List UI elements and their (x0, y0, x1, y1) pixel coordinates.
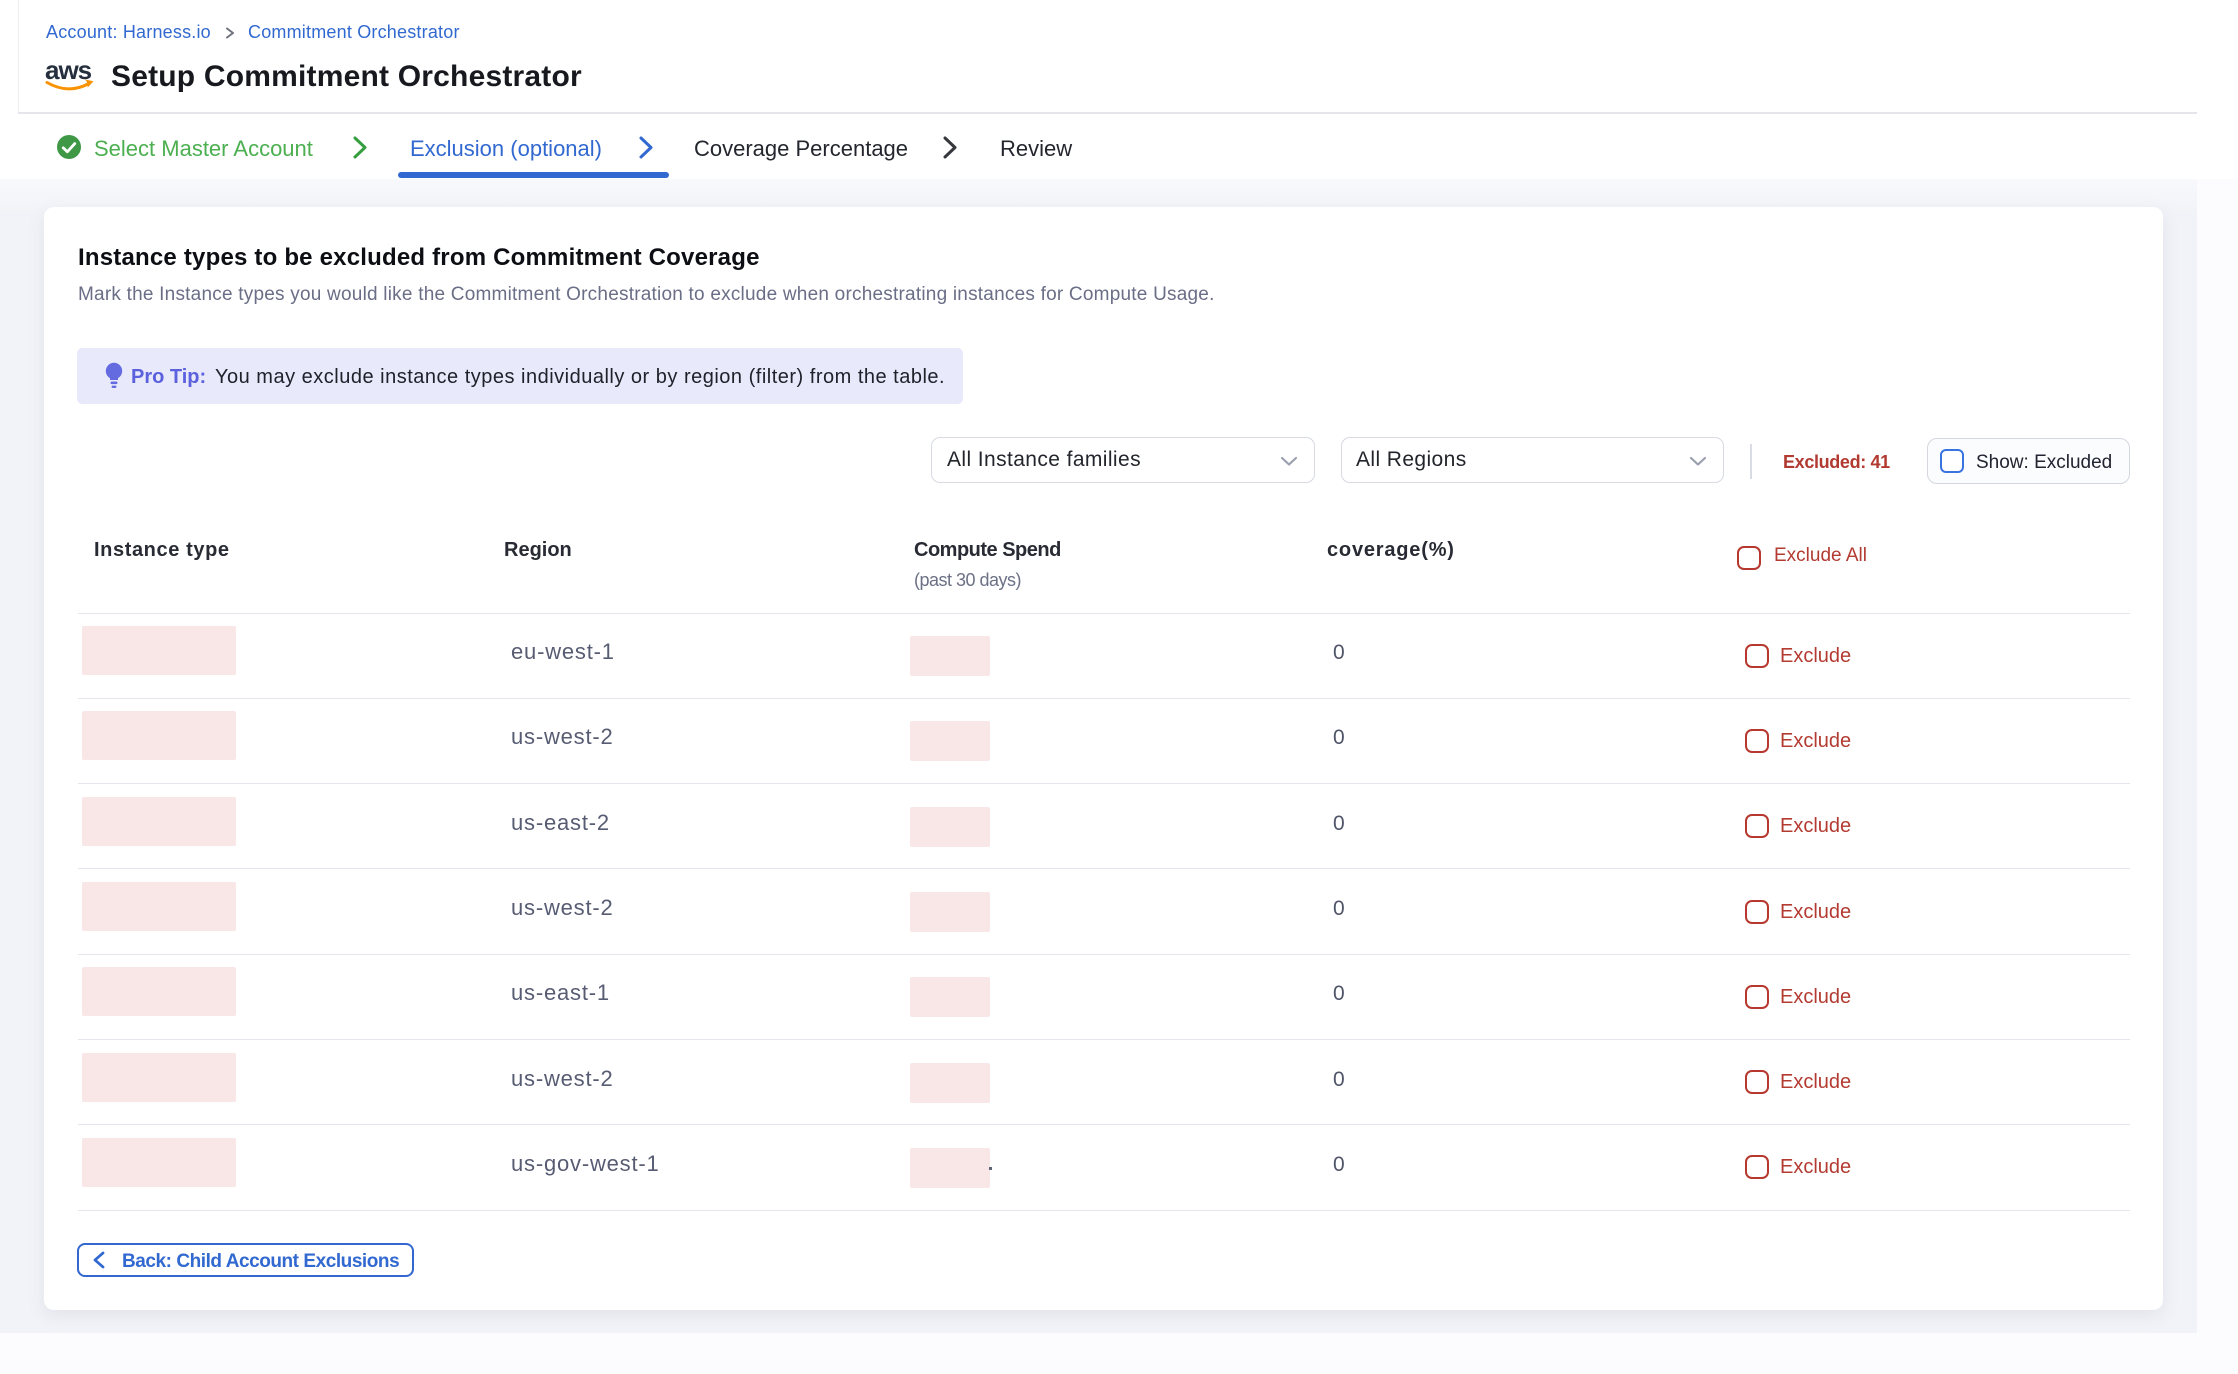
svg-text:aws: aws (45, 56, 92, 85)
